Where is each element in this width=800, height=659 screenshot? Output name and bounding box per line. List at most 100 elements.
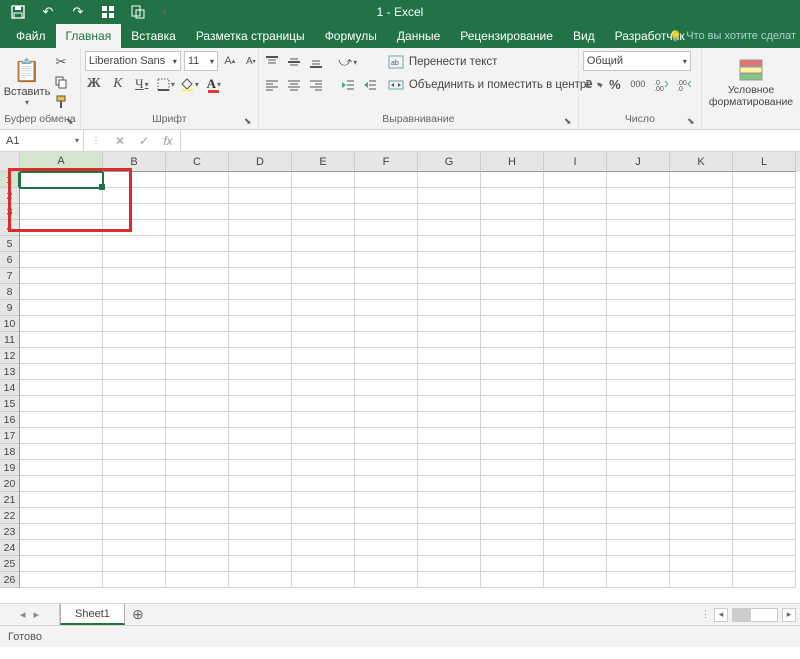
cell[interactable] <box>607 268 670 284</box>
cell[interactable] <box>418 348 481 364</box>
cell[interactable] <box>481 412 544 428</box>
cell[interactable] <box>229 572 292 588</box>
cell[interactable] <box>607 252 670 268</box>
cell[interactable] <box>607 476 670 492</box>
name-box[interactable]: A1 <box>0 130 84 151</box>
cell[interactable] <box>292 492 355 508</box>
cell[interactable] <box>166 332 229 348</box>
cell[interactable] <box>229 220 292 236</box>
cell[interactable] <box>355 508 418 524</box>
cell[interactable] <box>229 524 292 540</box>
cell[interactable] <box>418 540 481 556</box>
cell[interactable] <box>544 332 607 348</box>
cell[interactable] <box>20 412 103 428</box>
cell[interactable] <box>103 252 166 268</box>
cell[interactable] <box>607 220 670 236</box>
cell[interactable] <box>355 444 418 460</box>
column-header[interactable]: I <box>544 152 607 172</box>
cell[interactable] <box>166 172 229 188</box>
cell[interactable] <box>418 396 481 412</box>
cell[interactable] <box>733 444 796 460</box>
font-name-select[interactable]: Liberation Sans▾ <box>85 51 181 71</box>
cell[interactable] <box>355 492 418 508</box>
number-format-select[interactable]: Общий▾ <box>583 51 691 71</box>
cell[interactable] <box>229 252 292 268</box>
row-header[interactable]: 6 <box>0 252 20 268</box>
cell[interactable] <box>481 284 544 300</box>
cell[interactable] <box>103 572 166 588</box>
cell[interactable] <box>607 460 670 476</box>
cell[interactable] <box>607 428 670 444</box>
cell[interactable] <box>292 556 355 572</box>
cell[interactable] <box>733 348 796 364</box>
cell[interactable] <box>481 172 544 188</box>
cell[interactable] <box>481 300 544 316</box>
cell[interactable] <box>20 572 103 588</box>
cell[interactable] <box>418 188 481 204</box>
cell[interactable] <box>607 316 670 332</box>
cell[interactable] <box>355 412 418 428</box>
row-header[interactable]: 16 <box>0 412 20 428</box>
cell[interactable] <box>229 300 292 316</box>
cell[interactable] <box>103 300 166 316</box>
cell[interactable] <box>229 540 292 556</box>
cell[interactable] <box>20 268 103 284</box>
sheet-prev-icon[interactable]: ◂ <box>20 608 26 621</box>
cell[interactable] <box>166 220 229 236</box>
cell[interactable] <box>544 188 607 204</box>
cell[interactable] <box>670 316 733 332</box>
cell[interactable] <box>733 428 796 444</box>
font-launcher-icon[interactable]: ⬊ <box>244 116 256 128</box>
cell[interactable] <box>733 236 796 252</box>
select-all-corner[interactable] <box>0 152 20 172</box>
cell[interactable] <box>418 220 481 236</box>
cell[interactable] <box>733 396 796 412</box>
cell[interactable] <box>166 188 229 204</box>
fx-icon[interactable]: fx <box>156 134 180 148</box>
cell[interactable] <box>292 172 355 188</box>
cell[interactable] <box>229 348 292 364</box>
align-top-icon[interactable] <box>263 53 281 71</box>
cell[interactable] <box>607 236 670 252</box>
cell[interactable] <box>355 556 418 572</box>
cell[interactable] <box>544 364 607 380</box>
cell[interactable] <box>607 492 670 508</box>
cell[interactable] <box>20 188 103 204</box>
cell[interactable] <box>544 316 607 332</box>
cell[interactable] <box>418 364 481 380</box>
clipboard-launcher-icon[interactable]: ⬊ <box>66 116 78 128</box>
cell[interactable] <box>544 220 607 236</box>
cell[interactable] <box>418 412 481 428</box>
cell[interactable] <box>733 524 796 540</box>
tab-formulas[interactable]: Формулы <box>315 24 387 48</box>
cell[interactable] <box>229 268 292 284</box>
cell[interactable] <box>607 396 670 412</box>
cell[interactable] <box>292 268 355 284</box>
cell[interactable] <box>418 572 481 588</box>
cell[interactable] <box>103 220 166 236</box>
cell[interactable] <box>292 332 355 348</box>
cell[interactable] <box>670 572 733 588</box>
cell[interactable] <box>20 348 103 364</box>
conditional-formatting-button[interactable]: Условное форматирование <box>706 51 796 113</box>
cell[interactable] <box>166 204 229 220</box>
cell[interactable] <box>103 476 166 492</box>
increase-indent-icon[interactable] <box>361 76 379 94</box>
cell[interactable] <box>229 396 292 412</box>
cell[interactable] <box>733 252 796 268</box>
comma-style-icon[interactable]: 000 <box>629 75 647 93</box>
cell[interactable] <box>103 428 166 444</box>
row-header[interactable]: 19 <box>0 460 20 476</box>
sheet-next-icon[interactable]: ▸ <box>34 608 40 621</box>
cell[interactable] <box>670 428 733 444</box>
cell[interactable] <box>670 220 733 236</box>
cell[interactable] <box>292 316 355 332</box>
borders-icon[interactable] <box>157 75 175 93</box>
cell[interactable] <box>20 364 103 380</box>
cell[interactable] <box>292 428 355 444</box>
cell[interactable] <box>544 492 607 508</box>
cell[interactable] <box>20 444 103 460</box>
align-right-icon[interactable] <box>307 76 325 94</box>
cell[interactable] <box>670 524 733 540</box>
cell[interactable] <box>292 284 355 300</box>
